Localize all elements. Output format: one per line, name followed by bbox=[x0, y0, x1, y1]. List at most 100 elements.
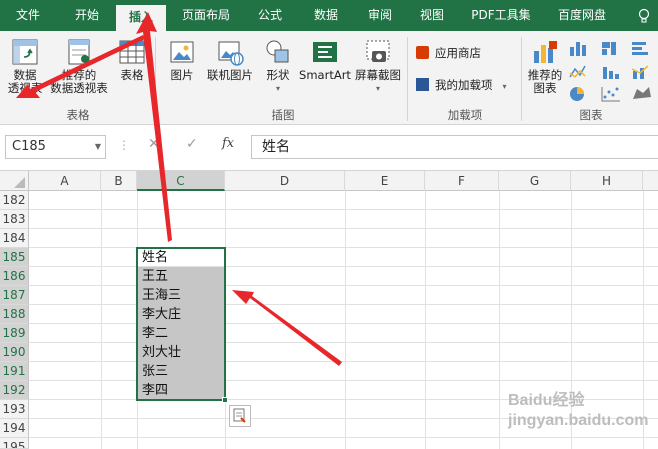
online-pictures-button[interactable]: 联机图片 bbox=[204, 37, 256, 82]
addins-group-label: 加载项 bbox=[447, 108, 483, 122]
combo-chart-icon[interactable] bbox=[630, 63, 654, 84]
illustrations-group-label: 插图 bbox=[271, 108, 295, 122]
cell-c185[interactable]: 姓名 bbox=[138, 248, 168, 267]
pivot-table-button[interactable]: 数据 透视表 bbox=[4, 37, 46, 95]
table-label: 表格 bbox=[120, 68, 144, 82]
smartart-label: SmartArt bbox=[299, 68, 351, 82]
screenshot-label: 屏幕截图 bbox=[355, 68, 401, 82]
ribbon-separator bbox=[521, 37, 522, 121]
more-icon: ⋮ bbox=[118, 138, 130, 152]
recommended-pivot-icon bbox=[68, 39, 90, 65]
row-header-189[interactable]: 189 bbox=[0, 324, 29, 343]
row-header-190[interactable]: 190 bbox=[0, 343, 29, 362]
enter-icon[interactable]: ✓ bbox=[186, 136, 198, 152]
bar-chart-icon[interactable] bbox=[630, 39, 654, 60]
tab-page-layout[interactable]: 页面布局 bbox=[172, 0, 240, 31]
column-header-a[interactable]: A bbox=[29, 171, 101, 191]
lightbulb-icon[interactable] bbox=[630, 0, 658, 31]
shapes-dropdown-icon: ▾ bbox=[275, 84, 280, 93]
cell-c190[interactable]: 刘大壮 bbox=[138, 343, 181, 362]
my-addins-icon bbox=[416, 78, 429, 91]
name-box-value: C185 bbox=[12, 139, 46, 154]
tab-baidu-netdisk[interactable]: 百度网盘 bbox=[550, 0, 614, 31]
row-header-187[interactable]: 187 bbox=[0, 286, 29, 305]
row-header-195[interactable]: 195 bbox=[0, 438, 29, 449]
tab-home[interactable]: 开始 bbox=[62, 0, 112, 31]
tab-formulas[interactable]: 公式 bbox=[248, 0, 292, 31]
fill-handle[interactable] bbox=[222, 397, 228, 403]
row-header-193[interactable]: 193 bbox=[0, 400, 29, 419]
row-header-183[interactable]: 183 bbox=[0, 210, 29, 229]
row-header-185[interactable]: 185 bbox=[0, 248, 29, 267]
row-header-184[interactable]: 184 bbox=[0, 229, 29, 248]
my-addins-dropdown-icon: ▾ bbox=[502, 82, 507, 91]
shapes-icon bbox=[266, 40, 289, 63]
online-picture-icon bbox=[218, 41, 244, 66]
row-header-191[interactable]: 191 bbox=[0, 362, 29, 381]
tab-pdf-tools[interactable]: PDF工具集 bbox=[464, 0, 538, 31]
scatter-chart-icon[interactable] bbox=[600, 85, 624, 106]
line-chart-icon[interactable] bbox=[568, 63, 592, 84]
row-header-188[interactable]: 188 bbox=[0, 305, 29, 324]
insert-function-button[interactable]: fx bbox=[222, 136, 234, 151]
table-button[interactable]: 表格 bbox=[114, 37, 150, 82]
select-all-button[interactable] bbox=[0, 171, 29, 191]
quick-analysis-button[interactable] bbox=[229, 405, 251, 427]
name-box[interactable]: C185 ▼ bbox=[5, 135, 106, 159]
tab-insert[interactable]: 插入 bbox=[116, 5, 166, 31]
column-header-h[interactable]: H bbox=[571, 171, 643, 191]
column-header-d[interactable]: D bbox=[225, 171, 345, 191]
ribbon-separator bbox=[155, 37, 156, 121]
row-header-186[interactable]: 186 bbox=[0, 267, 29, 286]
tab-review[interactable]: 审阅 bbox=[358, 0, 402, 31]
cell-c189[interactable]: 李二 bbox=[138, 324, 168, 343]
pictures-button[interactable]: 图片 bbox=[162, 37, 202, 82]
column-header-e[interactable]: E bbox=[345, 171, 425, 191]
smartart-icon bbox=[313, 42, 337, 62]
pictures-label: 图片 bbox=[170, 68, 194, 82]
row-header-182[interactable]: 182 bbox=[0, 191, 29, 210]
screenshot-icon bbox=[366, 40, 390, 62]
column-header-b[interactable]: B bbox=[101, 171, 137, 191]
formula-bar: C185 ▼ ⋮ ✕ ✓ fx 姓名 bbox=[0, 125, 658, 171]
column-header-c[interactable]: C bbox=[137, 171, 225, 191]
tab-data[interactable]: 数据 bbox=[304, 0, 348, 31]
pie-chart-icon[interactable] bbox=[568, 85, 592, 106]
column-header-f[interactable]: F bbox=[425, 171, 499, 191]
cancel-icon[interactable]: ✕ bbox=[148, 136, 160, 152]
charts-group-label: 图表 bbox=[579, 108, 603, 122]
my-addins-button[interactable]: 我的加载项 ▾ bbox=[416, 75, 507, 95]
column-chart-icon[interactable] bbox=[568, 39, 592, 60]
recommended-pivot-label-2: 数据透视表 bbox=[50, 81, 108, 95]
cell-c187[interactable]: 王海三 bbox=[138, 286, 181, 305]
recommended-charts-button[interactable]: 推荐的 图表 bbox=[525, 37, 565, 95]
pivot-table-label-2: 透视表 bbox=[7, 81, 43, 95]
shapes-button[interactable]: 形状 ▾ bbox=[260, 37, 296, 95]
cell-c188[interactable]: 李大庄 bbox=[138, 305, 181, 324]
cell-c191[interactable]: 张三 bbox=[138, 362, 168, 381]
screenshot-button[interactable]: 屏幕截图 ▾ bbox=[352, 37, 404, 95]
column-header-bar: A B C D E F G H bbox=[0, 171, 658, 191]
row-header-194[interactable]: 194 bbox=[0, 419, 29, 438]
cell-c186[interactable]: 王五 bbox=[138, 267, 168, 286]
formula-input[interactable]: 姓名 bbox=[251, 135, 658, 159]
cell-c192[interactable]: 李四 bbox=[138, 381, 168, 400]
recommended-charts-label-2: 图表 bbox=[533, 81, 557, 95]
column-header-i[interactable] bbox=[643, 171, 658, 191]
ribbon-separator bbox=[407, 37, 408, 121]
screenshot-dropdown-icon: ▾ bbox=[375, 84, 380, 93]
shapes-label: 形状 bbox=[266, 68, 290, 82]
statistic-chart-icon[interactable] bbox=[600, 63, 624, 84]
map-chart-icon[interactable] bbox=[630, 85, 654, 106]
smartart-button[interactable]: SmartArt bbox=[298, 37, 352, 82]
name-box-dropdown-icon[interactable]: ▼ bbox=[95, 136, 101, 158]
store-button[interactable]: 应用商店 bbox=[416, 43, 481, 63]
hierarchy-chart-icon[interactable] bbox=[600, 39, 624, 60]
recommended-pivot-button[interactable]: 推荐的 数据透视表 bbox=[48, 37, 110, 95]
quick-analysis-icon bbox=[233, 408, 246, 423]
worksheet-grid[interactable]: 182 183 184 185 186 187 188 189 190 191 … bbox=[0, 191, 658, 449]
tab-view[interactable]: 视图 bbox=[410, 0, 454, 31]
tab-file[interactable]: 文件 bbox=[4, 0, 52, 31]
row-header-192[interactable]: 192 bbox=[0, 381, 29, 400]
column-header-g[interactable]: G bbox=[499, 171, 571, 191]
